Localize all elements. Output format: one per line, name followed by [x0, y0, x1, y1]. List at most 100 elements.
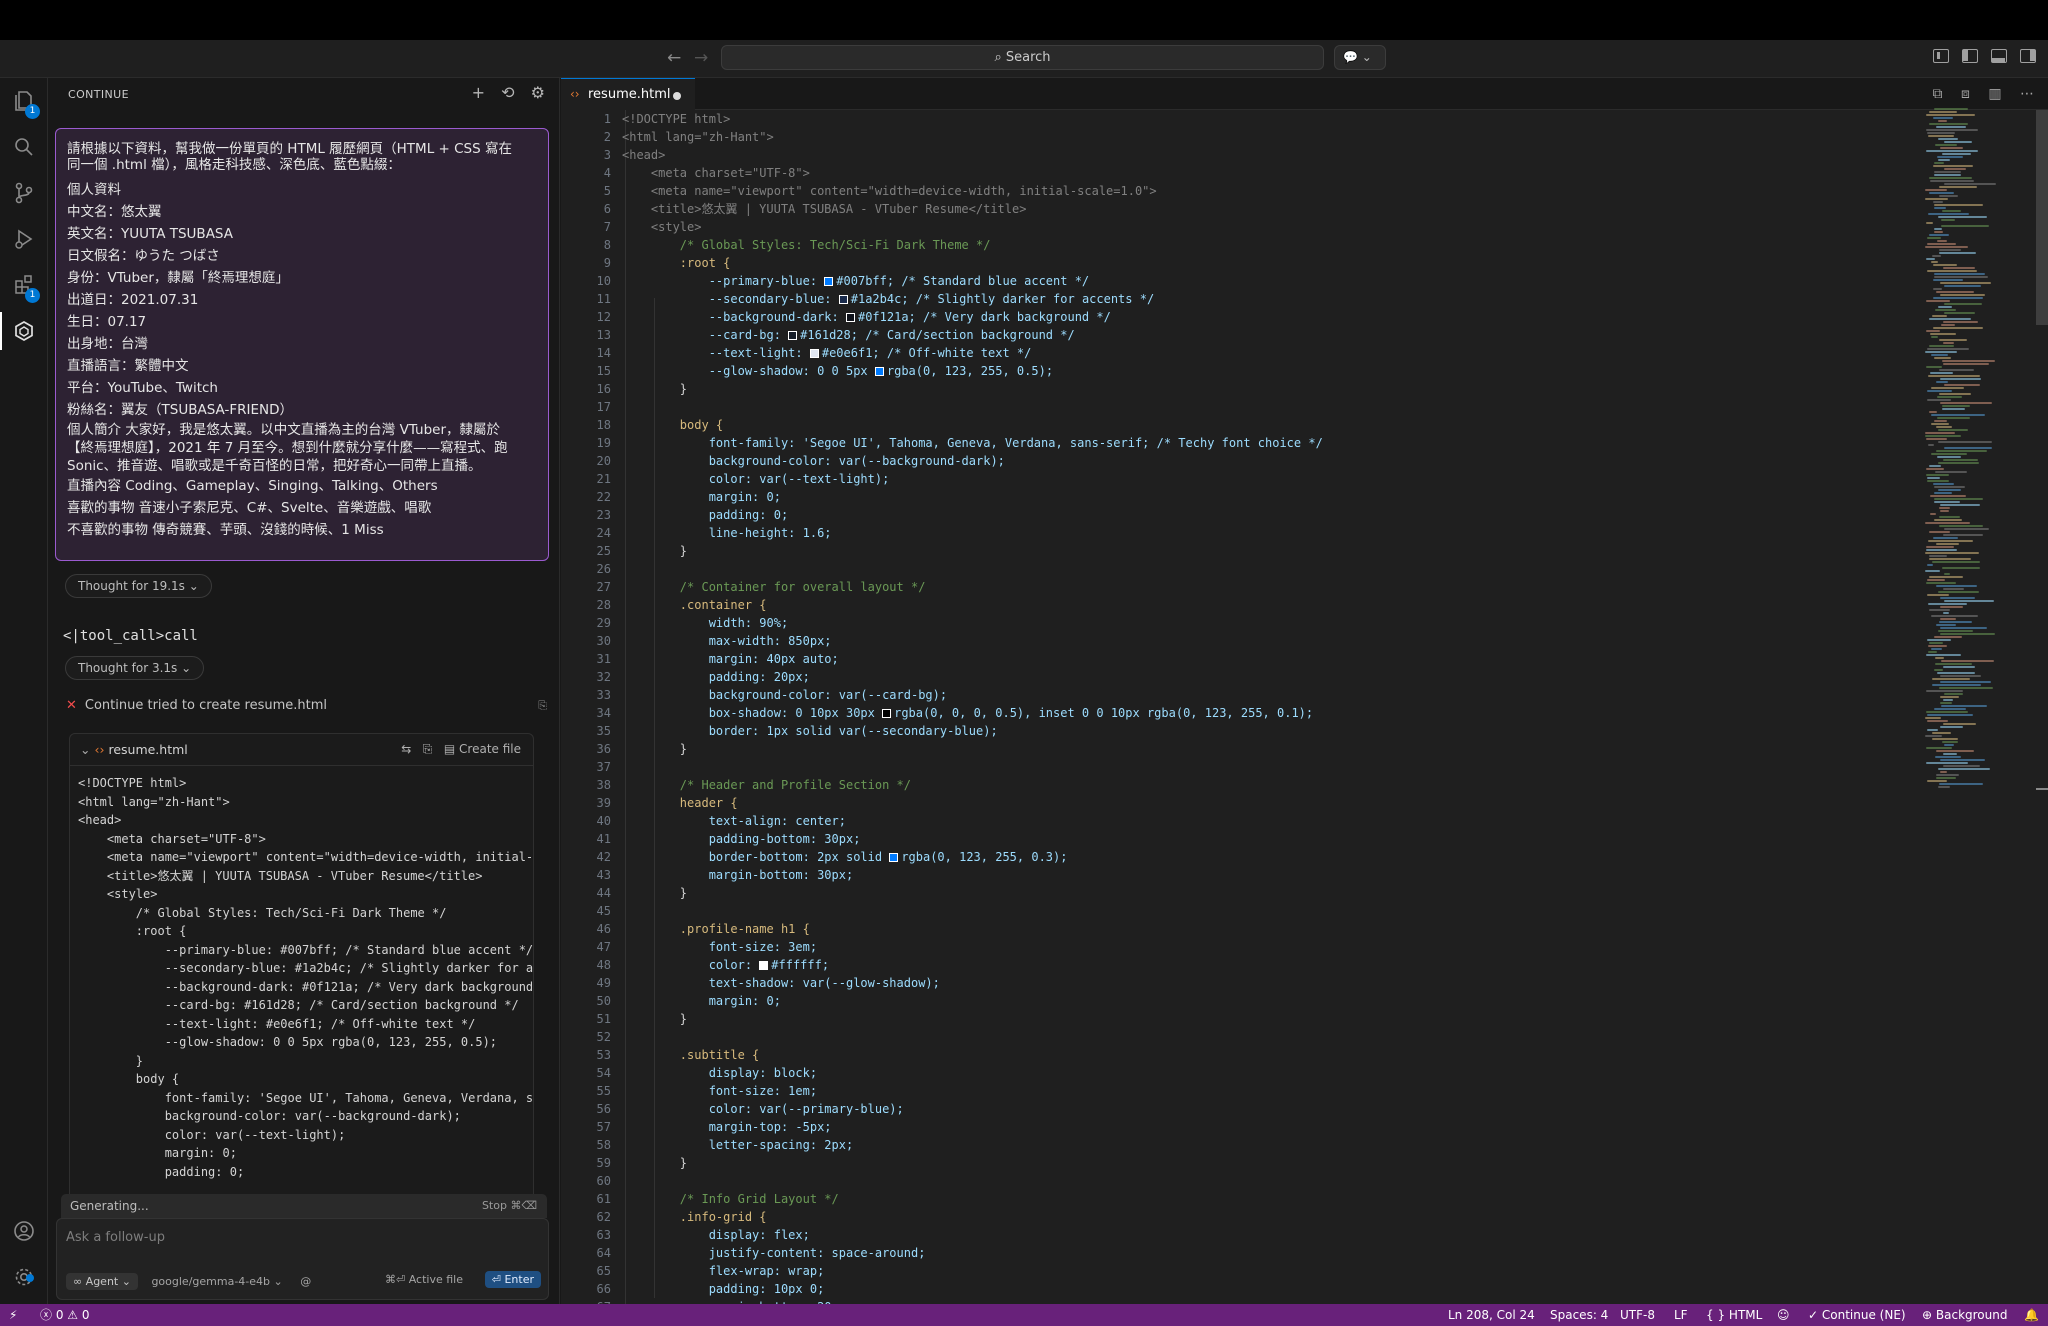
minimap-line: [1934, 231, 1943, 233]
follow-up-input[interactable]: Ask a follow-up ∞ Agent ⌄ google/gemma-4…: [56, 1218, 549, 1300]
line-number: 19: [596, 436, 611, 450]
code-line: display: block;: [622, 1066, 818, 1080]
line-number: 40: [596, 814, 611, 828]
code-editor[interactable]: <!DOCTYPE html> <html lang="zh-Hant"> <hea…: [622, 110, 1922, 1316]
enter-button[interactable]: ⏎ Enter: [484, 1271, 541, 1288]
active-file-button[interactable]: ⌘⏎ Active file: [385, 1273, 463, 1286]
customize-layout-icon[interactable]: [1932, 49, 1949, 63]
create-file-button[interactable]: Create file: [459, 742, 521, 756]
color-swatch[interactable]: [882, 709, 892, 718]
extensions-activity[interactable]: 1: [0, 262, 48, 308]
color-swatch[interactable]: [824, 277, 834, 286]
line-number: 22: [596, 490, 611, 504]
problems-indicator[interactable]: ⓧ 0 ⚠ 0: [40, 1304, 90, 1326]
mention-button[interactable]: @: [300, 1275, 311, 1288]
history-icon[interactable]: ⟲: [501, 83, 514, 102]
manage-activity[interactable]: [0, 1254, 48, 1300]
indentation[interactable]: Spaces: 4: [1550, 1304, 1608, 1326]
vertical-scrollbar[interactable]: [2036, 110, 2048, 325]
prompt-line: 粉絲名：翼友（TSUBASA-FRIEND）: [67, 402, 293, 418]
code-block-line: --glow-shadow: 0 0 5px rgba(0, 123, 255,…: [78, 1035, 498, 1049]
minimap-line: [1937, 240, 1947, 242]
command-center-search[interactable]: ⌕ Search: [721, 45, 1324, 70]
accounts-activity[interactable]: [0, 1208, 48, 1254]
unsaved-dot-icon[interactable]: [673, 92, 681, 100]
minimap[interactable]: [1917, 108, 2027, 788]
chevron-down-icon[interactable]: ⌄: [80, 742, 90, 757]
explorer-activity[interactable]: 1: [0, 78, 48, 124]
back-arrow-icon[interactable]: ←: [667, 48, 681, 68]
background-status[interactable]: ⊕ Background: [1922, 1304, 2007, 1326]
toggle-primary-sidebar-icon[interactable]: [1961, 49, 1978, 63]
prompt-line: Sonic、推音遊、唱歌或是千奇百怪的日常，把好奇心一同帶上直播。: [67, 458, 482, 474]
model-select[interactable]: google/gemma-4-e4b ⌄: [151, 1275, 282, 1288]
color-swatch[interactable]: [788, 331, 798, 340]
minimap-line: [1932, 732, 1951, 734]
code-line: padding-bottom: 30px;: [622, 832, 861, 846]
toggle-panel-icon[interactable]: [1990, 49, 2007, 63]
thought-toggle-2[interactable]: Thought for 3.1s ⌄: [65, 656, 205, 680]
code-line: border: 1px solid var(--secondary-blue);: [622, 724, 998, 738]
chat-toggle-button[interactable]: 💬 ⌄: [1334, 45, 1386, 70]
color-swatch[interactable]: [889, 853, 899, 862]
copy-icon[interactable]: ⎘: [423, 742, 433, 756]
cursor-position[interactable]: Ln 208, Col 24: [1448, 1304, 1535, 1326]
generating-bar: Generating... Stop ⌘⌫: [61, 1194, 547, 1218]
line-ending[interactable]: LF: [1674, 1304, 1688, 1326]
minimap-line: [1927, 714, 1973, 716]
minimap-line: [1933, 327, 1983, 329]
minimap-line: [1926, 690, 1963, 692]
toggle-secondary-sidebar-icon[interactable]: [2020, 49, 2036, 63]
stop-button[interactable]: Stop ⌘⌫: [482, 1194, 537, 1218]
error-count: 0: [55, 1308, 64, 1322]
language-mode[interactable]: { } HTML: [1706, 1304, 1762, 1326]
color-swatch[interactable]: [809, 349, 819, 358]
notifications-bell-icon[interactable]: 🔔: [2024, 1304, 2039, 1326]
line-number: 58: [596, 1138, 611, 1152]
remote-indicator-icon[interactable]: ⚡: [9, 1304, 17, 1326]
minimap-line: [1940, 633, 1995, 635]
minimap-line: [1929, 465, 1941, 467]
prompt-line: 個人資料: [67, 182, 121, 198]
encoding[interactable]: UTF-8: [1620, 1304, 1655, 1326]
code-line: .subtitle {: [622, 1048, 760, 1062]
minimap-line: [1932, 678, 1970, 680]
more-actions-icon[interactable]: ⋯: [2020, 86, 2034, 102]
minimap-line: [1928, 651, 1937, 653]
color-swatch[interactable]: [759, 961, 769, 970]
thought-toggle-1[interactable]: Thought for 19.1s ⌄: [65, 574, 212, 598]
check-icon: ✓: [1808, 1308, 1819, 1322]
line-number: 66: [596, 1282, 611, 1296]
minimap-line: [1939, 507, 1950, 509]
compare-icon[interactable]: ⧈: [1961, 86, 1970, 102]
minimap-line: [1929, 576, 1963, 578]
code-line: border-bottom: 2px solid rgba(0, 123, 25…: [622, 850, 1068, 864]
copy-icon[interactable]: ⎘: [538, 699, 547, 713]
split-editor-icon[interactable]: ▥: [1988, 86, 2001, 102]
minimap-line: [1926, 762, 1968, 764]
minimap-line: [1934, 162, 1944, 164]
continue-status[interactable]: ✓ Continue (NE): [1808, 1304, 1906, 1326]
code-block-line: --background-dark: #0f121a; /* Very dark…: [78, 979, 534, 994]
diff-icon[interactable]: ⇆: [401, 742, 411, 756]
minimap-line: [1928, 375, 1980, 377]
copilot-icon[interactable]: ☺: [1777, 1304, 1790, 1326]
source-control-activity[interactable]: [0, 170, 48, 216]
run-debug-activity[interactable]: [0, 216, 48, 262]
color-swatch[interactable]: [874, 367, 884, 376]
editor-tab-resume[interactable]: ‹› resume.html: [561, 78, 695, 110]
minimap-line: [1934, 420, 1947, 422]
agent-mode-select[interactable]: ∞ Agent ⌄: [66, 1273, 138, 1290]
line-number: 9: [603, 256, 611, 270]
forward-arrow-icon[interactable]: →: [694, 48, 708, 68]
gear-icon[interactable]: ⚙: [531, 83, 545, 102]
color-swatch[interactable]: [845, 313, 855, 322]
new-session-icon[interactable]: +: [472, 83, 485, 102]
continue-activity[interactable]: [0, 308, 48, 354]
color-swatch[interactable]: [838, 295, 848, 304]
search-activity[interactable]: [0, 124, 48, 170]
code-line: }: [622, 1012, 688, 1026]
chevron-down-icon: ⌄: [188, 579, 199, 593]
open-changes-icon[interactable]: ⧉: [1933, 86, 1943, 102]
